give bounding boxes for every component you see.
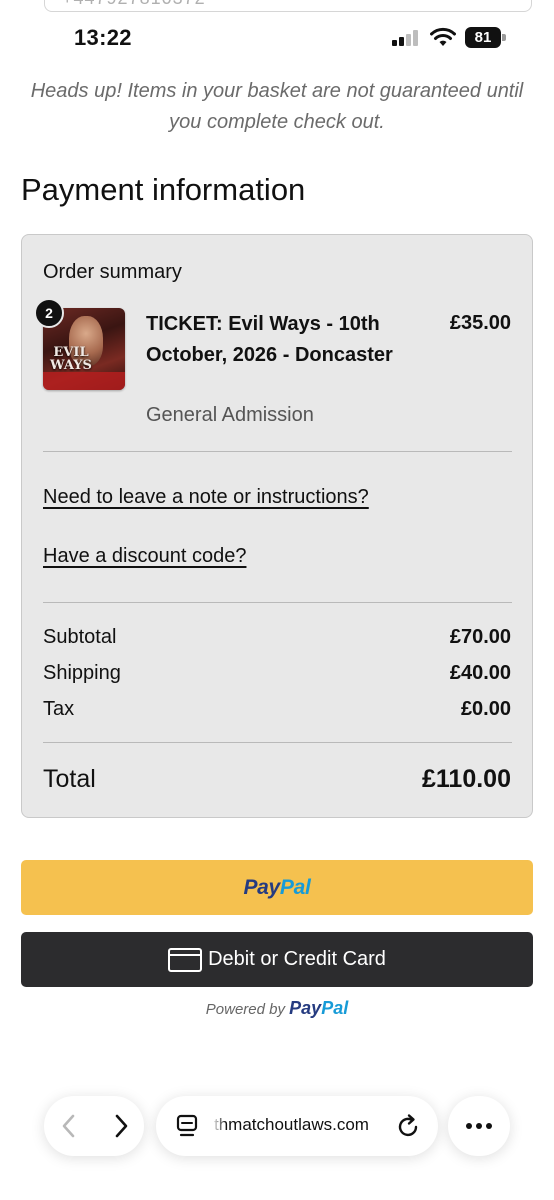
signal-icon — [392, 30, 418, 46]
shipping-label: Shipping — [43, 662, 121, 684]
paypal-brand-logo: PayPal — [289, 998, 349, 1018]
tax-label: Tax — [43, 698, 75, 720]
wifi-icon — [430, 27, 456, 46]
discount-code-link[interactable]: Have a discount code? — [43, 545, 246, 568]
total-value: £110.00 — [422, 765, 511, 793]
navigation-controls — [44, 1096, 144, 1156]
battery-level: 81 — [465, 27, 501, 48]
back-icon[interactable] — [58, 1113, 80, 1139]
debit-credit-card-button[interactable]: Debit or Credit Card — [21, 932, 533, 987]
total-label: Total — [43, 765, 96, 793]
card-icon — [168, 947, 203, 972]
thumbnail-text: EVIL WAYS — [50, 345, 92, 373]
divider — [43, 451, 512, 452]
tax-value: £0.00 — [460, 698, 511, 720]
item-name: TICKET: Evil Ways - 10th October, 2026 -… — [146, 313, 393, 366]
divider — [43, 602, 512, 603]
paypal-logo: PayPal — [243, 875, 311, 899]
paypal-button[interactable]: PayPal — [21, 860, 533, 915]
reload-icon[interactable] — [397, 1113, 421, 1139]
card-button-label: Debit or Credit Card — [208, 948, 386, 970]
page-title: Payment information — [21, 172, 306, 207]
item-price: £35.00 — [449, 312, 511, 334]
subtotal-label: Subtotal — [43, 626, 117, 648]
status-time: 13:22 — [74, 25, 132, 50]
powered-by-paypal: Powered by PayPal — [205, 998, 349, 1018]
shipping-value: £40.00 — [449, 662, 511, 684]
battery-icon: 81 — [465, 27, 507, 48]
item-variant: General Admission — [146, 404, 314, 426]
address-bar[interactable]: thmatchoutlaws.com — [156, 1096, 438, 1156]
quantity-badge: 2 — [34, 298, 64, 328]
basket-notice: Heads up! Items in your basket are not g… — [30, 80, 524, 133]
tab-icon[interactable] — [176, 1114, 198, 1138]
subtotal-value: £70.00 — [449, 626, 511, 648]
note-link[interactable]: Need to leave a note or instructions? — [43, 486, 369, 509]
forward-icon[interactable] — [110, 1113, 132, 1139]
more-options[interactable] — [448, 1096, 510, 1156]
status-bar: 13:22 81 — [0, 0, 554, 60]
url-text: thmatchoutlaws.com — [214, 1115, 369, 1134]
more-icon — [466, 1123, 492, 1129]
divider — [43, 742, 512, 743]
order-summary-heading: Order summary — [43, 261, 182, 283]
order-summary-card: Order summary 2 EVIL WAYS TICKET: Evil W… — [21, 234, 533, 818]
